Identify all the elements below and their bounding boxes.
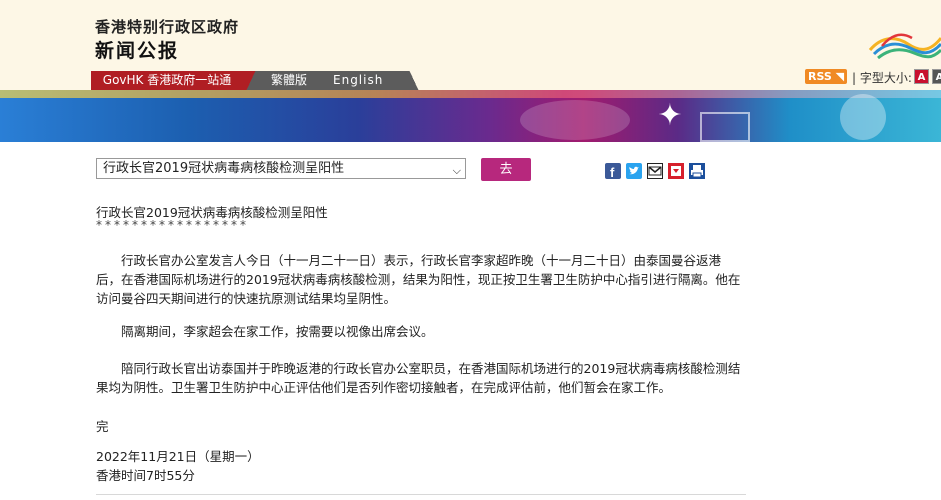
svg-text:f: f [610,165,615,179]
banner-circle [840,94,886,140]
go-button[interactable]: 去 [481,158,531,181]
banner-image: ✦ [0,90,941,142]
twitter-icon[interactable] [626,163,642,179]
chevron-down-icon: ⌵ [452,164,461,177]
banner-glow [520,100,630,140]
rss-icon: ◥ [835,70,845,83]
article-time: 香港时间7时55分 [96,468,195,483]
hksar-logo-icon [868,33,941,60]
traditional-chinese-link[interactable]: 繁體版 [257,71,321,90]
font-size-normal-button[interactable]: A [914,69,929,84]
article-date: 2022年11月21日（星期一） [96,449,260,464]
top-nav: GovHK 香港政府一站通 繁體版 English [91,71,421,90]
english-link[interactable]: English [321,71,407,90]
email-icon[interactable] [647,163,663,179]
govhk-link[interactable]: GovHK 香港政府一站通 [91,71,245,90]
facebook-icon[interactable]: f [605,163,621,179]
article-select[interactable]: 行政长官2019冠状病毒病核酸检测呈阳性 ⌵ [96,158,466,179]
page-section-title: 新闻公报 [95,40,180,62]
article-paragraph: 隔离期间，李家超会在家工作，按需要以视像出席会议。 [121,324,434,339]
rss-label: RSS [808,70,832,83]
nav-end-divider [407,71,421,90]
article-paragraph: 陪同行政长官出访泰国并于昨晚返港的行政长官办公室职员，在香港国际机场进行的201… [96,361,741,395]
banner-frame [700,112,750,142]
nav-divider [245,71,257,90]
weibo-icon[interactable] [668,163,684,179]
article-end-mark: 完 [96,419,109,434]
org-title: 香港特别行政区政府 [95,18,240,36]
article-paragraph: 行政长官办公室发言人今日（十一月二十一日）表示，行政长官李家超昨晚（十一月二十日… [96,253,741,306]
divider [96,494,746,495]
rss-button[interactable]: RSS ◥ [805,69,848,84]
banner-stripe [0,90,941,98]
banner-star-icon: ✦ [657,98,683,133]
font-size-label: | 字型大小: [852,71,912,85]
article-select-value: 行政长官2019冠状病毒病核酸检测呈阳性 [103,161,345,176]
font-size-large-button[interactable]: A [932,69,941,84]
print-icon[interactable] [689,163,705,179]
headline-stars: ***************** [96,218,249,232]
